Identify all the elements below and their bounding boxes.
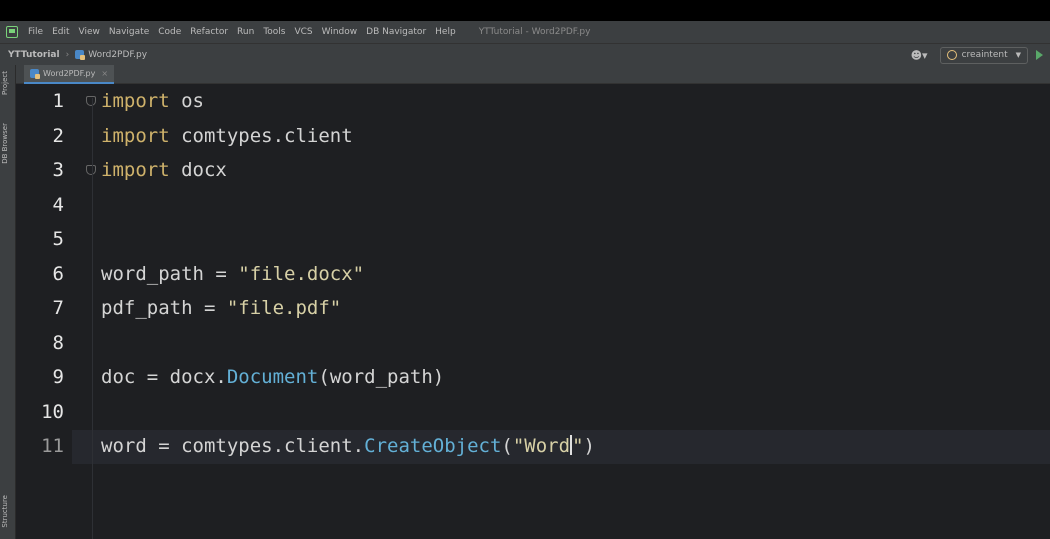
breadcrumb-file[interactable]: Word2PDF.py bbox=[75, 50, 147, 60]
code-line-11: word = comtypes.client.CreateObject("Wor… bbox=[101, 435, 595, 457]
run-config-label: creaintent bbox=[961, 50, 1008, 60]
editor-tab-bar: Word2PDF.py × bbox=[16, 65, 1050, 84]
assign-operator: = bbox=[146, 435, 182, 457]
line-number: 5 bbox=[52, 228, 64, 250]
line-number: 9 bbox=[52, 366, 64, 388]
module-name: docx bbox=[169, 159, 227, 181]
toolbar-right: ☻▾ creaintent ▼ bbox=[911, 44, 1050, 66]
run-icon[interactable] bbox=[1036, 50, 1043, 60]
editor-tab-label: Word2PDF.py bbox=[43, 69, 96, 78]
menu-code[interactable]: Code bbox=[158, 27, 181, 37]
object-ref: comtypes.client. bbox=[181, 435, 365, 457]
python-file-icon bbox=[75, 50, 86, 60]
module-name: comtypes.client bbox=[169, 125, 353, 147]
run-config-dropdown[interactable]: creaintent ▼ bbox=[939, 46, 1028, 64]
python-config-icon bbox=[946, 50, 957, 60]
module-name: os bbox=[169, 90, 204, 112]
variable-name: pdf_path bbox=[101, 297, 193, 319]
assign-operator: = bbox=[135, 366, 170, 388]
menu-bar: File Edit View Navigate Code Refactor Ru… bbox=[0, 21, 1050, 43]
paren-close: ) bbox=[583, 435, 595, 457]
breadcrumb-file-label: Word2PDF.py bbox=[88, 49, 148, 60]
menu-view[interactable]: View bbox=[79, 27, 100, 37]
line-number: 10 bbox=[41, 401, 64, 423]
menu-navigate[interactable]: Navigate bbox=[109, 27, 149, 37]
pycharm-app-icon bbox=[6, 26, 18, 38]
paren-open: ( bbox=[501, 435, 513, 457]
code-editor[interactable]: 1 2 3 4 5 6 7 8 9 10 11 import os import… bbox=[16, 84, 1050, 539]
indent-guide bbox=[92, 98, 93, 539]
line-number: 7 bbox=[52, 297, 64, 319]
code-line-7: pdf_path = "file.pdf" bbox=[101, 297, 341, 319]
line-number: 2 bbox=[52, 125, 64, 147]
close-icon[interactable]: × bbox=[101, 69, 108, 78]
menu-window[interactable]: Window bbox=[322, 27, 358, 37]
line-number: 6 bbox=[52, 263, 64, 285]
variable-name: doc bbox=[101, 366, 136, 388]
menu-help[interactable]: Help bbox=[435, 27, 456, 37]
keyword-import: import bbox=[101, 125, 170, 147]
menu-tools[interactable]: Tools bbox=[263, 27, 285, 37]
breadcrumb-project[interactable]: YTTutorial bbox=[8, 50, 60, 60]
user-icon[interactable]: ☻▾ bbox=[911, 49, 928, 62]
code-line-1: import os bbox=[101, 90, 204, 112]
assign-operator: = bbox=[192, 297, 227, 319]
keyword-import: import bbox=[101, 159, 170, 181]
object-ref: docx. bbox=[169, 366, 227, 388]
chevron-down-icon: ▼ bbox=[1015, 51, 1021, 59]
left-tool-window-strip: Project DB Browser Structure bbox=[0, 65, 16, 539]
python-file-icon bbox=[30, 69, 40, 79]
menu-edit[interactable]: Edit bbox=[52, 27, 69, 37]
call-args: (word_path) bbox=[318, 366, 445, 388]
code-line-6: word_path = "file.docx" bbox=[101, 263, 364, 285]
menu-vcs[interactable]: VCS bbox=[294, 27, 312, 37]
line-number: 1 bbox=[52, 90, 64, 112]
menu-file[interactable]: File bbox=[28, 27, 43, 37]
string-quote-close: " bbox=[572, 435, 584, 457]
function-call: Document bbox=[226, 366, 319, 388]
string-literal: "file.pdf" bbox=[226, 297, 342, 319]
breadcrumb-separator-icon: › bbox=[65, 49, 70, 60]
variable-name: word_path bbox=[101, 263, 204, 285]
tool-tab-db-browser[interactable]: DB Browser bbox=[1, 123, 9, 164]
line-number: 4 bbox=[52, 194, 64, 216]
navigation-bar: YTTutorial › Word2PDF.py ☻▾ creaintent ▼ bbox=[0, 43, 1050, 65]
fold-marker-icon[interactable] bbox=[86, 165, 96, 175]
tool-tab-structure[interactable]: Structure bbox=[1, 495, 9, 528]
line-number-gutter: 1 2 3 4 5 6 7 8 9 10 11 bbox=[16, 84, 72, 539]
line-number: 8 bbox=[52, 332, 64, 354]
code-line-2: import comtypes.client bbox=[101, 125, 353, 147]
keyword-import: import bbox=[101, 90, 170, 112]
editor-tab-word2pdf[interactable]: Word2PDF.py × bbox=[24, 65, 115, 84]
window-title: YTTutorial - Word2PDF.py bbox=[478, 27, 591, 37]
line-number-current: 11 bbox=[41, 435, 64, 457]
assign-operator: = bbox=[203, 263, 239, 285]
menu-refactor[interactable]: Refactor bbox=[190, 27, 228, 37]
string-literal: "file.docx" bbox=[238, 263, 365, 285]
code-line-3: import docx bbox=[101, 159, 227, 181]
top-black-bar bbox=[0, 0, 1050, 21]
variable-name: word bbox=[101, 435, 147, 457]
menu-db-navigator[interactable]: DB Navigator bbox=[366, 27, 426, 37]
tool-tab-project[interactable]: Project bbox=[1, 71, 9, 95]
code-line-9: doc = docx.Document(word_path) bbox=[101, 366, 444, 388]
fold-marker-icon[interactable] bbox=[86, 96, 96, 106]
menu-run[interactable]: Run bbox=[237, 27, 254, 37]
function-call: CreateObject bbox=[364, 435, 502, 457]
string-literal: "Word bbox=[512, 435, 571, 457]
line-number: 3 bbox=[52, 159, 64, 181]
